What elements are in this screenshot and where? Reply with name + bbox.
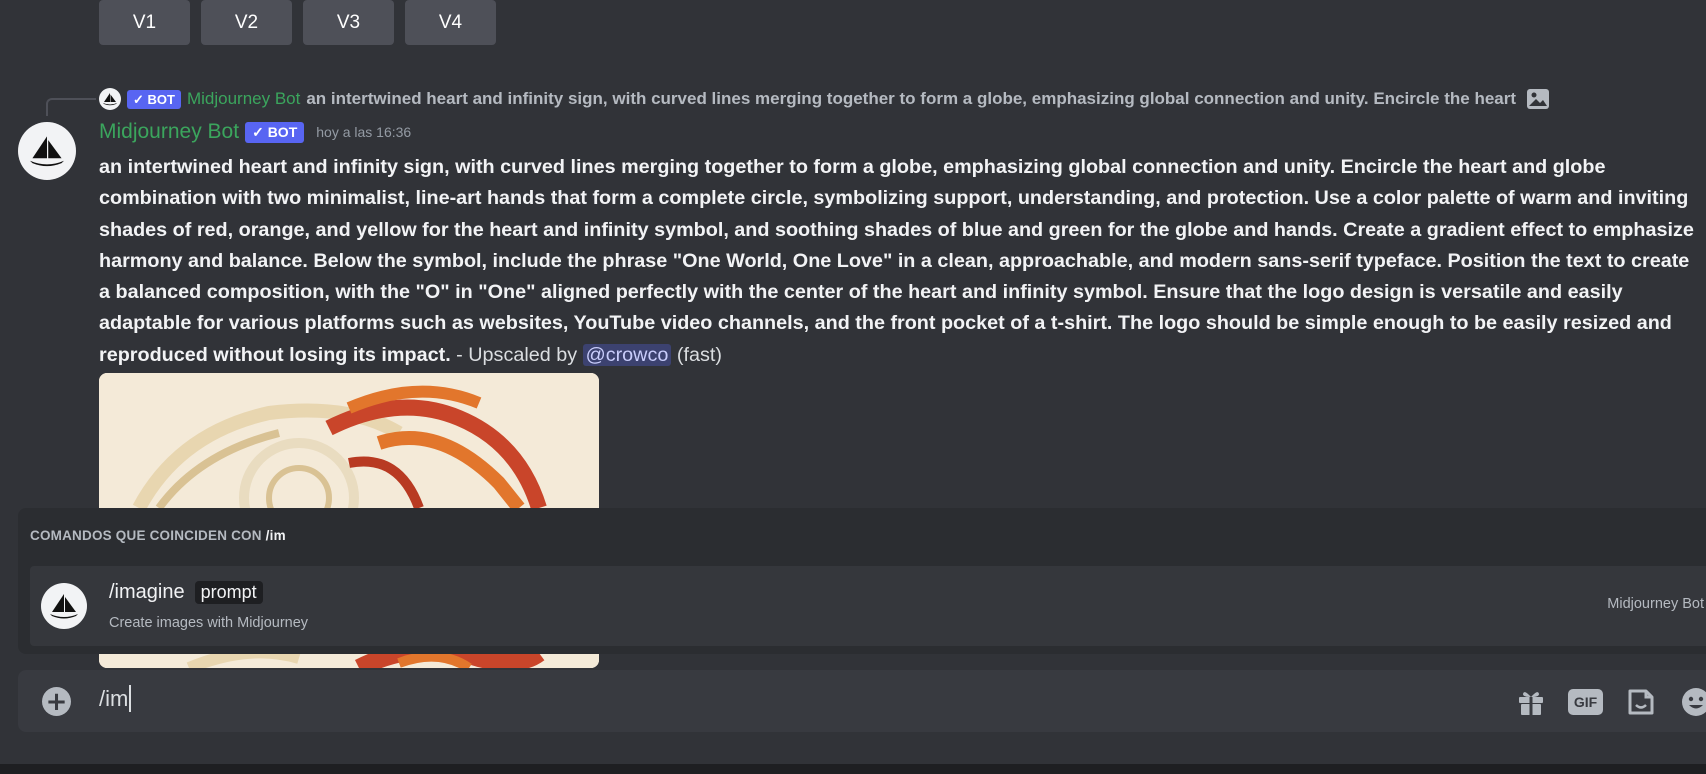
autocomplete-title-text: COMANDOS QUE COINCIDEN CON [30,528,266,543]
message-input-bar: + /im GIF [18,670,1706,732]
command-autocomplete: COMANDOS QUE COINCIDEN CON /im /imagine … [18,508,1706,654]
text-caret [129,685,132,712]
autocomplete-query: /im [265,528,286,543]
v4-button[interactable]: V4 [405,0,496,45]
speed-label: (fast) [671,343,722,366]
plus-icon: + [45,686,68,717]
sticker-icon[interactable] [1623,684,1658,719]
upscaled-label: - Upscaled by [450,343,583,366]
command-option-imagine[interactable]: /imagine prompt Create images with Midjo… [30,566,1706,646]
prompt-text: an intertwined heart and infinity sign, … [99,156,1694,366]
bottom-strip [0,764,1706,774]
message-input[interactable]: /im [99,685,132,712]
gif-icon: GIF [1568,688,1603,715]
reply-reference[interactable]: ✓ BOT Midjourney Bot an intertwined hear… [99,86,1550,112]
emoji-icon[interactable] [1678,684,1706,719]
user-mention[interactable]: @crowco [582,343,672,366]
command-source: Midjourney Bot [1607,596,1704,612]
variation-buttons: V1 V2 V3 V4 [99,0,496,45]
message-header: Midjourney Bot ✓ BOT hoy a las 16:36 [99,120,411,144]
message-body: an intertwined heart and infinity sign, … [99,152,1699,371]
sailboat-icon [50,594,78,619]
reply-author[interactable]: Midjourney Bot [187,89,300,109]
command-param: prompt [194,581,263,604]
image-icon [1527,89,1550,109]
sailboat-icon [103,93,117,106]
command-bot-avatar [41,583,87,629]
message-author[interactable]: Midjourney Bot [99,120,239,144]
command-description: Create images with Midjourney [109,615,309,631]
bot-tag: ✓ BOT [245,121,305,143]
author-avatar[interactable] [18,122,76,180]
gif-button[interactable]: GIF [1568,684,1603,719]
command-name: /imagine prompt [109,581,263,604]
v2-button[interactable]: V2 [201,0,292,45]
command-name-text: /imagine [109,581,185,603]
sailboat-icon [30,136,64,167]
bot-tag: ✓ BOT [127,89,181,109]
message-timestamp: hoy a las 16:36 [316,124,412,140]
add-attachment-button[interactable]: + [42,687,71,716]
v3-button[interactable]: V3 [303,0,394,45]
reply-text[interactable]: an intertwined heart and infinity sign, … [306,89,1516,109]
reply-spine [46,98,96,116]
v1-button[interactable]: V1 [99,0,190,45]
autocomplete-title: COMANDOS QUE COINCIDEN CON /im [30,528,286,543]
gift-icon[interactable] [1513,684,1548,719]
input-actions: GIF [1513,684,1706,719]
message-input-value: /im [99,685,129,711]
reply-avatar[interactable] [99,88,121,110]
